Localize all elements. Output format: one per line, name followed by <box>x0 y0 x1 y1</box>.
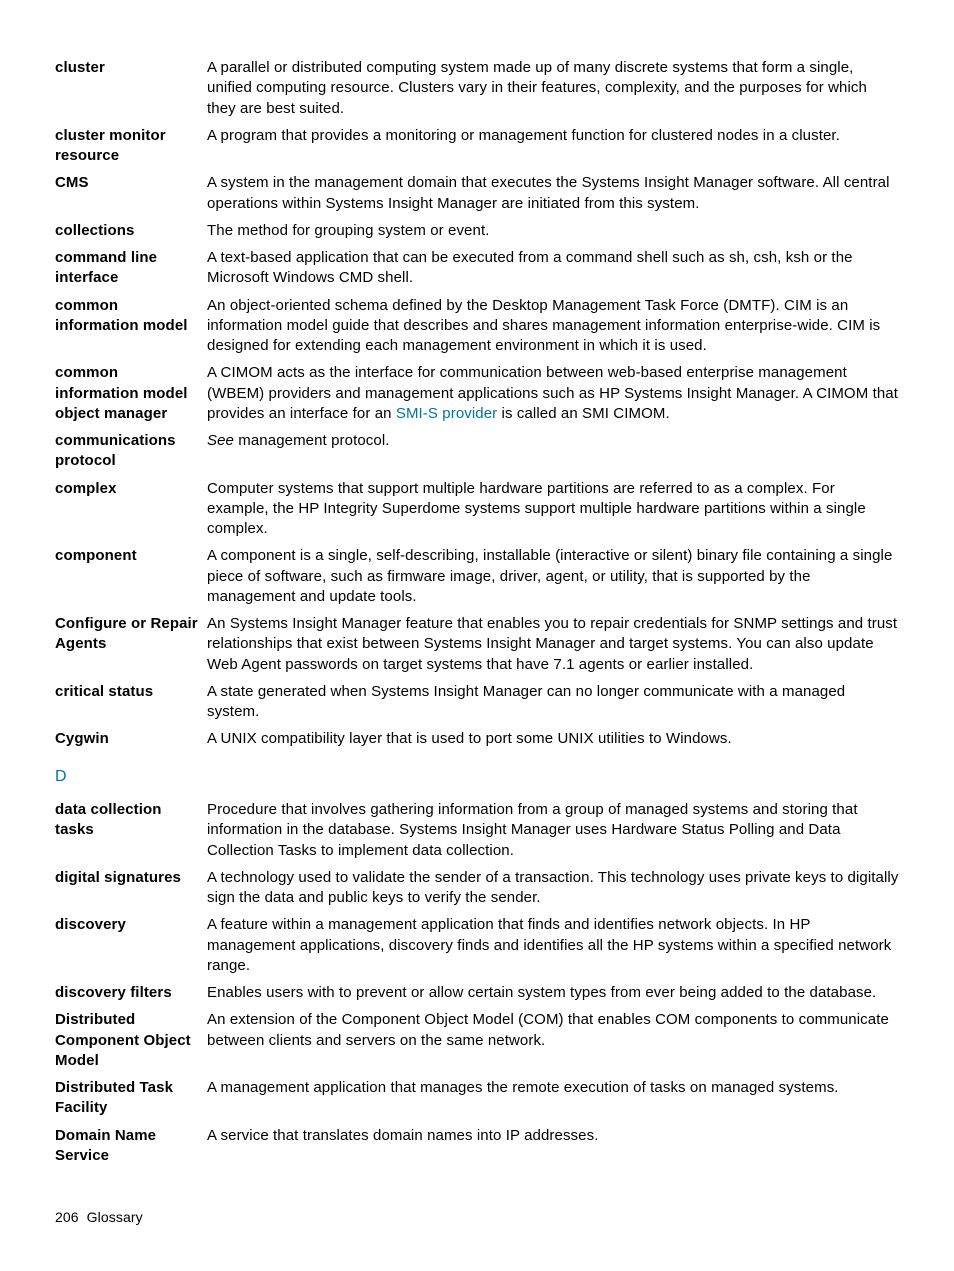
term: Distributed Task Facility <box>55 1078 207 1119</box>
see-reference: See <box>207 432 234 449</box>
term: critical status <box>55 682 207 702</box>
glossary-entry: discovery filters Enables users with to … <box>55 983 899 1003</box>
glossary-entry: Configure or Repair Agents An Systems In… <box>55 614 899 675</box>
glossary-entry: Domain Name Service A service that trans… <box>55 1126 899 1167</box>
definition: Enables users with to prevent or allow c… <box>207 983 899 1003</box>
glossary-entry: communications protocol See management p… <box>55 431 899 472</box>
glossary-entry: discovery A feature within a management … <box>55 915 899 976</box>
definition: An extension of the Component Object Mod… <box>207 1010 899 1051</box>
term: communications protocol <box>55 431 207 472</box>
definition: An Systems Insight Manager feature that … <box>207 614 899 675</box>
section-heading-d: D <box>55 766 899 788</box>
definition: A UNIX compatibility layer that is used … <box>207 729 899 749</box>
page-footer: 206 Glossary <box>55 1208 143 1227</box>
glossary-entry: common information model object manager … <box>55 363 899 424</box>
definition: Procedure that involves gathering inform… <box>207 800 899 861</box>
term: discovery filters <box>55 983 207 1003</box>
definition: A program that provides a monitoring or … <box>207 126 899 146</box>
glossary-entry: common information model An object-orien… <box>55 296 899 357</box>
glossary-entry: critical status A state generated when S… <box>55 682 899 723</box>
definition: A service that translates domain names i… <box>207 1126 899 1146</box>
term: Distributed Component Object Model <box>55 1010 207 1071</box>
term: data collection tasks <box>55 800 207 841</box>
glossary-entry: cluster monitor resource A program that … <box>55 126 899 167</box>
glossary-section-d: data collection tasks Procedure that inv… <box>55 800 899 1166</box>
term: Cygwin <box>55 729 207 749</box>
glossary-entry: Distributed Task Facility A management a… <box>55 1078 899 1119</box>
term: CMS <box>55 173 207 193</box>
term: component <box>55 546 207 566</box>
definition: See management protocol. <box>207 431 899 451</box>
glossary-entry: command line interface A text-based appl… <box>55 248 899 289</box>
term: common information model <box>55 296 207 337</box>
definition: A management application that manages th… <box>207 1078 899 1098</box>
term: complex <box>55 479 207 499</box>
definition: A system in the management domain that e… <box>207 173 899 214</box>
glossary-entry: digital signatures A technology used to … <box>55 868 899 909</box>
term: cluster <box>55 58 207 78</box>
term: cluster monitor resource <box>55 126 207 167</box>
term: Domain Name Service <box>55 1126 207 1167</box>
glossary-entry: cluster A parallel or distributed comput… <box>55 58 899 119</box>
definition: A CIMOM acts as the interface for commun… <box>207 363 899 424</box>
definition: A feature within a management applicatio… <box>207 915 899 976</box>
definition: A parallel or distributed computing syst… <box>207 58 899 119</box>
glossary-section-c: cluster A parallel or distributed comput… <box>55 58 899 750</box>
definition: A technology used to validate the sender… <box>207 868 899 909</box>
definition: Computer systems that support multiple h… <box>207 479 899 540</box>
glossary-entry: complex Computer systems that support mu… <box>55 479 899 540</box>
term: discovery <box>55 915 207 935</box>
glossary-entry: collections The method for grouping syst… <box>55 221 899 241</box>
term: Configure or Repair Agents <box>55 614 207 655</box>
term: collections <box>55 221 207 241</box>
glossary-entry: Cygwin A UNIX compatibility layer that i… <box>55 729 899 749</box>
definition-text: is called an SMI CIMOM. <box>497 405 669 422</box>
term: common information model object manager <box>55 363 207 424</box>
page-title: Glossary <box>87 1209 143 1225</box>
term: command line interface <box>55 248 207 289</box>
definition: A component is a single, self-describing… <box>207 546 899 607</box>
definition: An object-oriented schema defined by the… <box>207 296 899 357</box>
glossary-entry: Distributed Component Object Model An ex… <box>55 1010 899 1071</box>
definition: A text-based application that can be exe… <box>207 248 899 289</box>
definition: A state generated when Systems Insight M… <box>207 682 899 723</box>
glossary-entry: component A component is a single, self-… <box>55 546 899 607</box>
term: digital signatures <box>55 868 207 888</box>
glossary-entry: data collection tasks Procedure that inv… <box>55 800 899 861</box>
definition-text: management protocol. <box>234 432 390 449</box>
glossary-entry: CMS A system in the management domain th… <box>55 173 899 214</box>
page-number: 206 <box>55 1209 79 1225</box>
smi-s-provider-link[interactable]: SMI-S provider <box>396 405 497 422</box>
definition: The method for grouping system or event. <box>207 221 899 241</box>
